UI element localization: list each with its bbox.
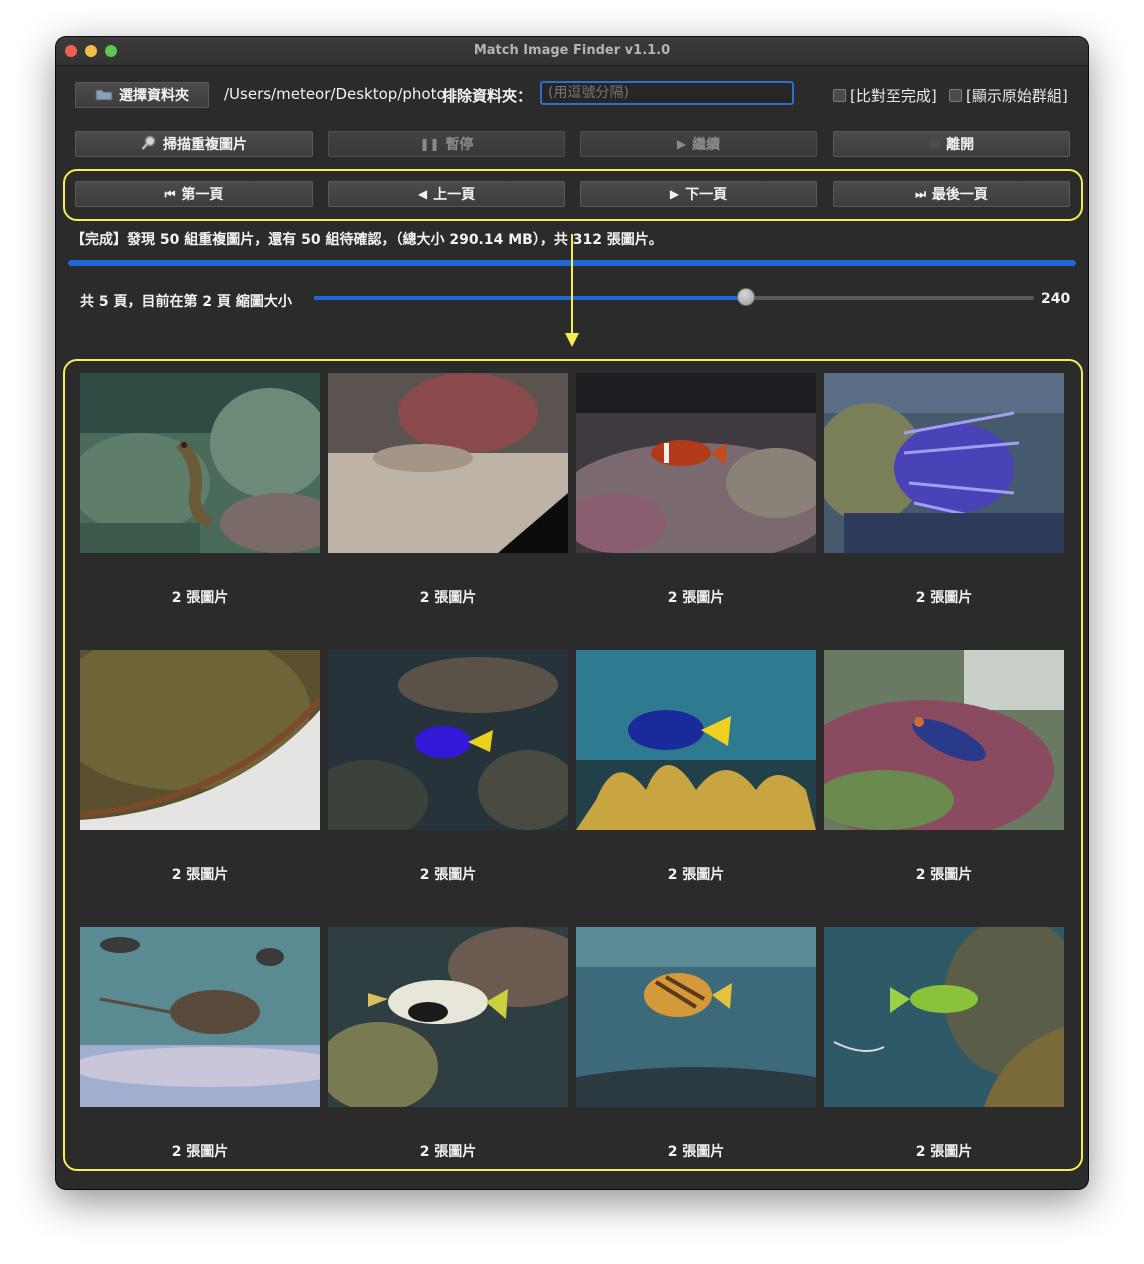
exit-label: 離開 [946,137,975,153]
goby-fish-thumbnail[interactable] [328,373,568,553]
exit-button[interactable]: ▤ 離開 [833,131,1070,157]
checkbox-box [949,89,962,102]
group-caption: 2 張圖片 [171,867,229,883]
first-page-button[interactable]: ⏮ 第一頁 [75,181,313,207]
show-original-groups-checkbox[interactable]: [顯示原始群組] [949,85,1068,106]
group-caption: 2 張圖片 [419,590,477,606]
next-page-button[interactable]: ▶ 下一頁 [580,181,817,207]
clownfish-thumbnail[interactable] [576,373,816,553]
butterflyfish-thumbnail[interactable] [576,927,816,1107]
compare-to-end-label: [比對至完成] [850,87,937,105]
tank-glass-thumbnail[interactable] [80,650,320,830]
group-caption: 2 張圖片 [419,1144,477,1160]
group-caption: 2 張圖片 [915,590,973,606]
thumb-size-value: 240 [1041,291,1071,307]
resume-label: 繼續 [692,137,721,153]
blue-damselfish-thumbnail[interactable] [328,650,568,830]
lionfish-thumbnail[interactable] [824,373,1064,553]
compare-to-end-checkbox[interactable]: [比對至完成] [833,85,937,106]
app-window: Match Image Finder v1.1.0 選擇資料夾 /Users/m… [56,37,1088,1189]
annotation-arrow-head [565,333,579,347]
next-page-label: 下一頁 [685,187,728,203]
group-caption: 2 張圖片 [171,590,229,606]
folder-path: /Users/meteor/Desktop/photo [224,85,446,103]
triangle-left-icon: ◀ [417,187,428,201]
checkbox-box [833,89,846,102]
wrasse-thumbnail[interactable] [824,927,1064,1107]
group-caption: 2 張圖片 [915,1144,973,1160]
choose-folder-button[interactable]: 選擇資料夾 [75,82,209,108]
thumb-size-slider[interactable] [314,288,1034,306]
scan-duplicates-button[interactable]: 掃描重複圖片 [75,131,313,157]
group-caption: 2 張圖片 [667,1144,725,1160]
triangle-right-icon: ▶ [669,187,680,201]
first-page-label: 第一頁 [181,187,224,203]
slider-fill [314,296,746,300]
pause-label: 暫停 [445,137,474,153]
group-caption: 2 張圖片 [667,867,725,883]
mandarinfish-thumbnail[interactable] [824,650,1064,830]
prev-page-label: 上一頁 [433,187,476,203]
group-caption: 2 張圖片 [419,867,477,883]
exclude-folders-input[interactable] [540,81,794,105]
resume-button[interactable]: ▶ 繼續 [580,131,817,157]
group-caption: 2 張圖片 [915,867,973,883]
slider-thumb[interactable] [737,288,755,306]
moray-eel-thumbnail[interactable] [80,373,320,553]
annotation-arrow-line [571,234,573,334]
pause-icon: ❚❚ [419,137,440,151]
status-message: 【完成】發現 50 組重複圖片，還有 50 組待確認，（總大小 290.14 M… [71,232,663,248]
last-page-label: 最後一頁 [931,187,988,203]
scan-label: 掃描重複圖片 [163,137,247,153]
triggerfish-thumbnail[interactable] [328,927,568,1107]
blue-tang-thumbnail[interactable] [576,650,816,830]
pause-button[interactable]: ❚❚ 暫停 [328,131,565,157]
skip-forward-icon: ⏭ [915,186,926,201]
folder-icon [95,87,113,104]
window-title: Match Image Finder v1.1.0 [473,43,671,58]
page-info: 共 5 頁，目前在第 2 頁 縮圖大小 [80,294,292,310]
play-icon: ▶ [676,137,687,151]
group-caption: 2 張圖片 [667,590,725,606]
exclude-label: 排除資料夾： [442,87,533,105]
group-caption: 2 張圖片 [171,1144,229,1160]
choose-folder-label: 選擇資料夾 [119,88,189,104]
skip-back-icon: ⏮ [164,186,176,201]
show-original-groups-label: [顯示原始群組] [966,87,1068,105]
last-page-button[interactable]: ⏭ 最後一頁 [833,181,1070,207]
stingray-thumbnail[interactable] [80,927,320,1107]
door-icon: ▤ [928,137,941,151]
magnifier-icon [141,135,157,154]
title-bar: Match Image Finder v1.1.0 [56,37,1088,66]
prev-page-button[interactable]: ◀ 上一頁 [328,181,565,207]
